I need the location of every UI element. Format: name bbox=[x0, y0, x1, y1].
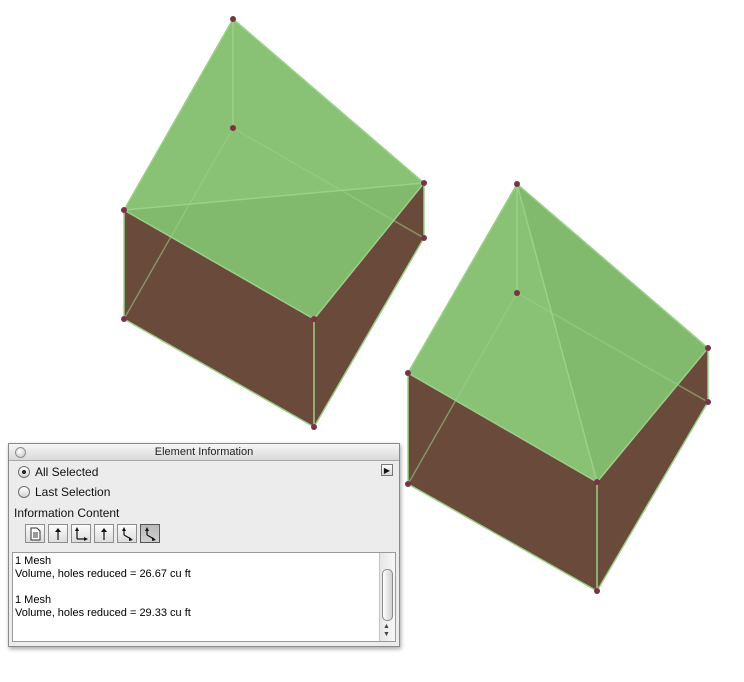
radio-button-icon[interactable] bbox=[18, 486, 30, 498]
arrow-up-icon bbox=[101, 527, 107, 540]
vertical-scrollbar[interactable]: ▲ ▼ bbox=[379, 553, 395, 641]
arrow-down-right-active-icon bbox=[145, 526, 156, 541]
arrow-up-right-icon bbox=[75, 526, 88, 541]
area-info-button[interactable] bbox=[71, 524, 91, 543]
triangle-right-icon: ▶ bbox=[383, 466, 391, 475]
perimeter-info-button[interactable] bbox=[94, 524, 114, 543]
info-line: 1 Mesh bbox=[15, 594, 52, 606]
document-info-button[interactable] bbox=[25, 524, 45, 543]
radio-button-icon[interactable] bbox=[18, 466, 30, 478]
arrow-up-icon bbox=[55, 527, 61, 540]
surface-info-button[interactable] bbox=[117, 524, 137, 543]
mesh-object-1[interactable] bbox=[121, 16, 427, 430]
info-output-box[interactable]: 1 Mesh Volume, holes reduced = 26.67 cu … bbox=[12, 552, 396, 642]
length-info-button[interactable] bbox=[48, 524, 68, 543]
radio-last-selection[interactable]: Last Selection bbox=[18, 484, 110, 500]
info-content-toolbar bbox=[25, 524, 163, 543]
info-line: Volume, holes reduced = 29.33 cu ft bbox=[15, 607, 191, 619]
volume-info-button[interactable] bbox=[140, 524, 160, 543]
radio-all-selected[interactable]: All Selected bbox=[18, 464, 98, 480]
mesh-object-2[interactable] bbox=[405, 181, 711, 594]
information-content-label: Information Content bbox=[14, 506, 120, 520]
radio-label-last-selection: Last Selection bbox=[35, 485, 111, 499]
panel-title: Element Information bbox=[154, 446, 254, 458]
info-output-text[interactable]: 1 Mesh Volume, holes reduced = 26.67 cu … bbox=[13, 553, 379, 641]
scroll-down-icon[interactable]: ▼ bbox=[383, 631, 390, 638]
scroll-up-icon[interactable]: ▲ bbox=[383, 623, 390, 630]
radio-label-all-selected: All Selected bbox=[35, 465, 99, 479]
close-icon[interactable] bbox=[15, 447, 26, 458]
panel-titlebar[interactable]: Element Information bbox=[9, 444, 399, 461]
scrollbar-thumb[interactable] bbox=[382, 569, 393, 621]
info-line: Volume, holes reduced = 26.67 cu ft bbox=[15, 568, 191, 580]
options-menu-button[interactable]: ▶ bbox=[381, 464, 393, 476]
document-icon bbox=[30, 527, 41, 540]
info-line: 1 Mesh bbox=[15, 555, 52, 567]
arrow-down-right-icon bbox=[122, 526, 133, 541]
element-information-panel: Element Information All Selected Last Se… bbox=[8, 443, 400, 647]
